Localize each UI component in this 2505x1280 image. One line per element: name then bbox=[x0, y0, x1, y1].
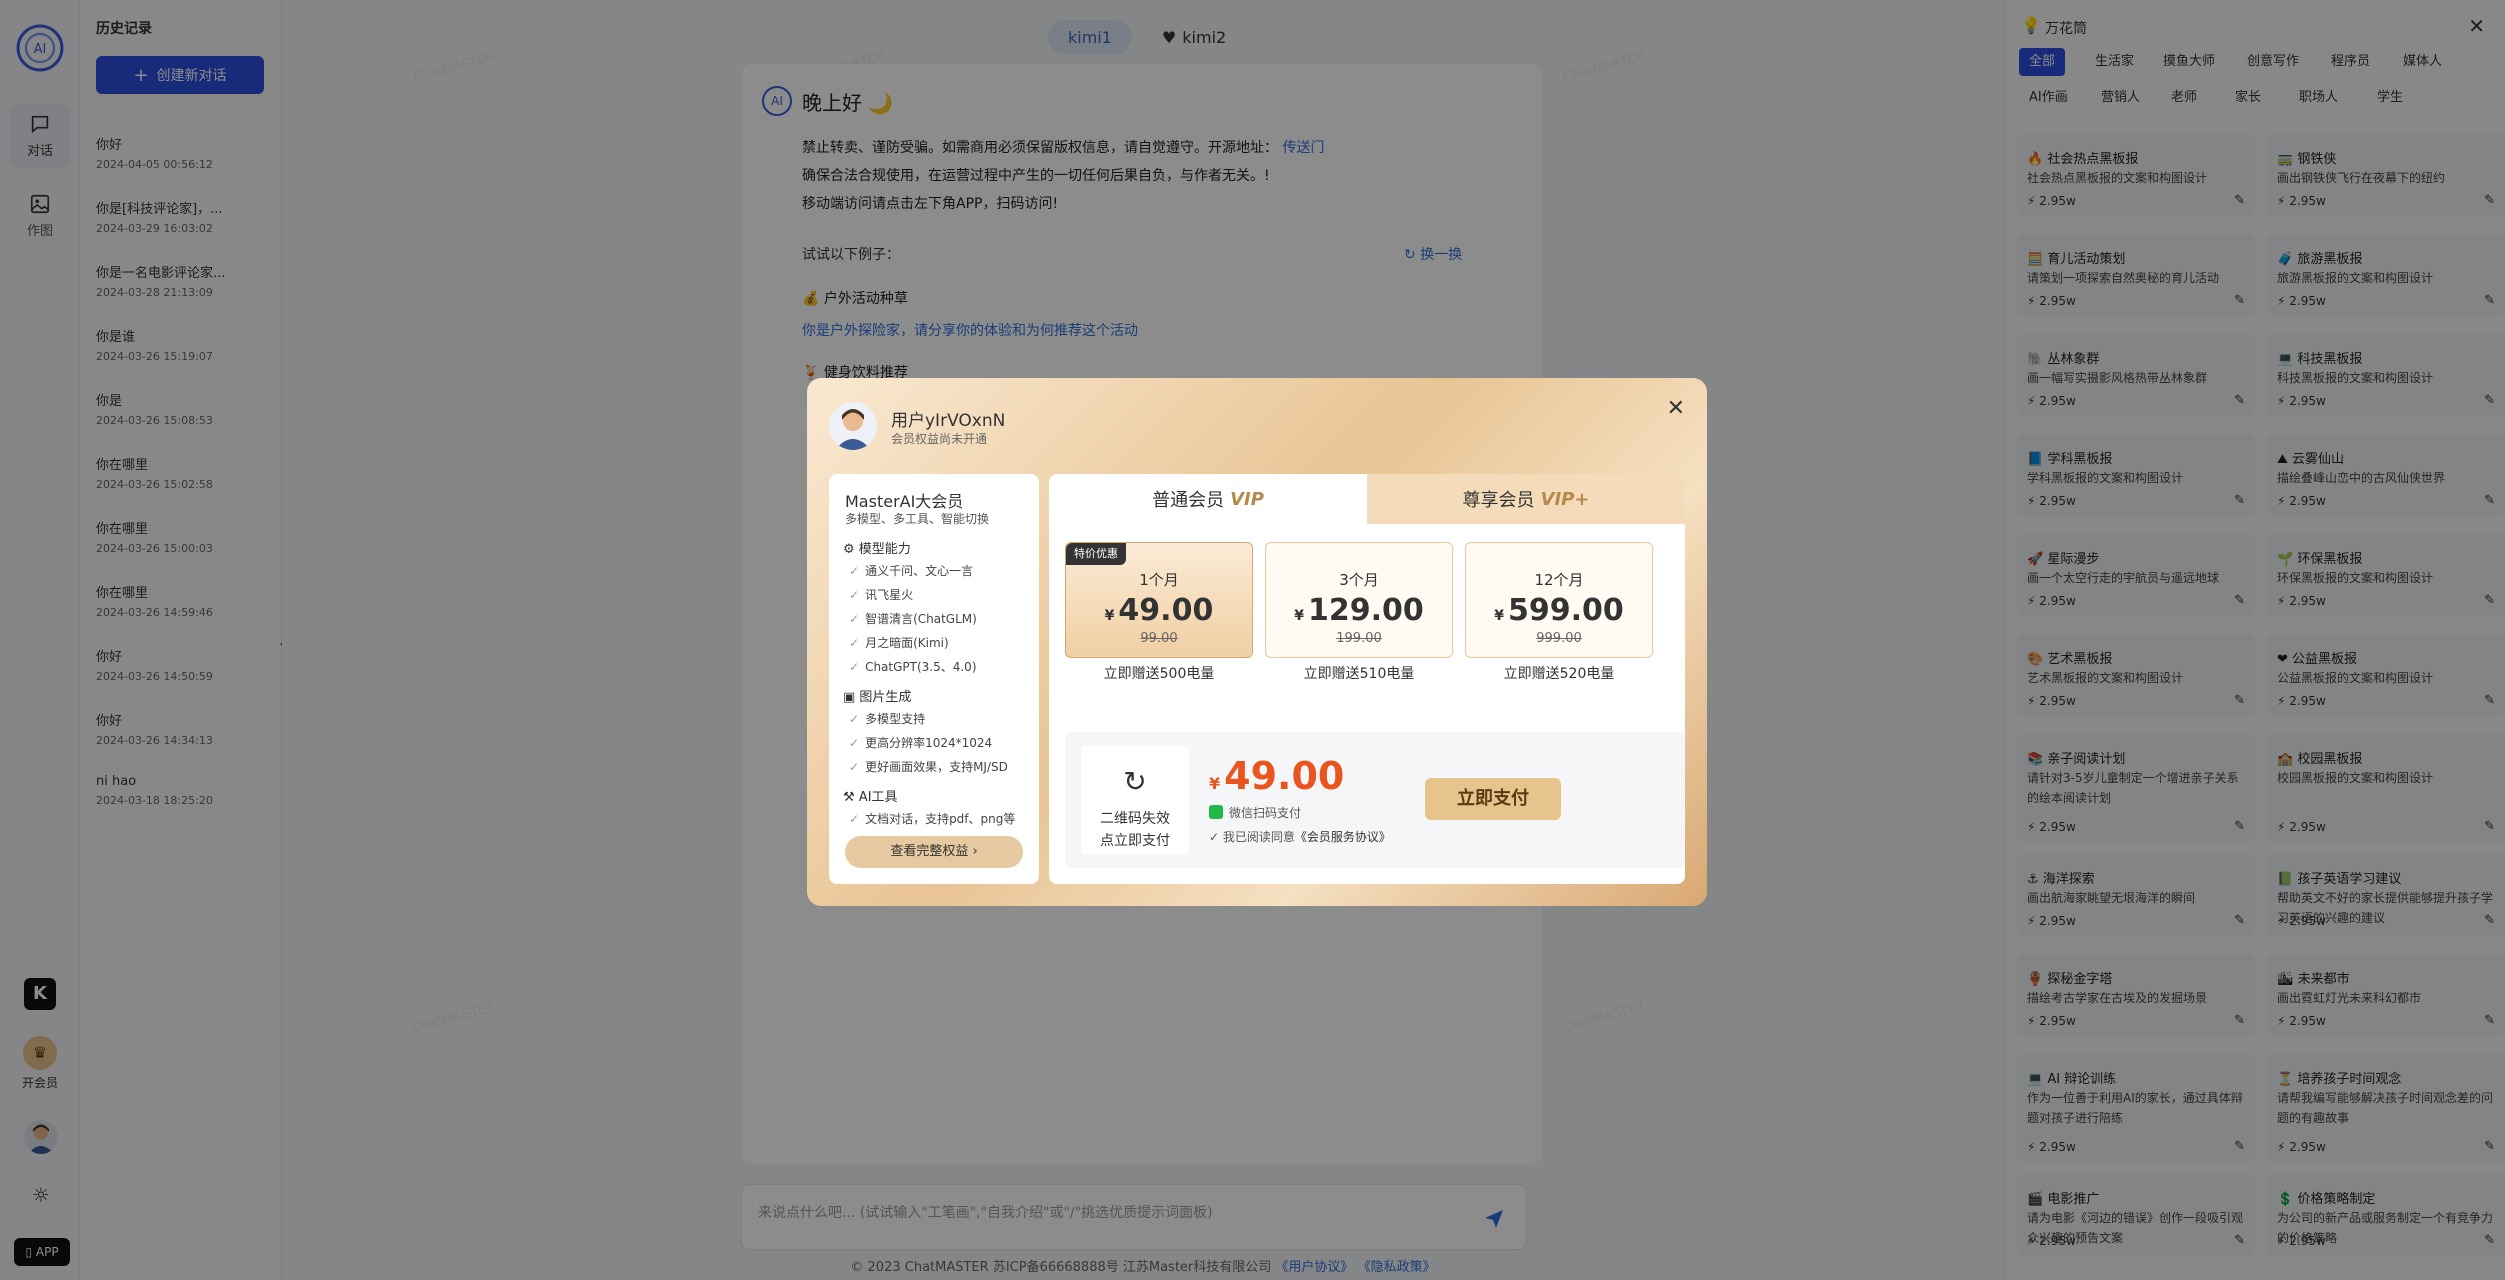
avatar-icon bbox=[829, 402, 877, 450]
perk-item: 月之暗面(Kimi) bbox=[849, 634, 949, 651]
membership-modal: 用户yIrVOxnN 会员权益尚未开通 ✕ MasterAI大会员 多模型、多工… bbox=[807, 378, 1707, 906]
model-icon: ⚙ bbox=[843, 542, 859, 557]
vip-mark: VIP bbox=[1230, 488, 1264, 510]
payment-box: ↻ 二维码失效 点立即支付 ¥49.00 微信扫码支付 ✓ 我已阅读同意《会员服… bbox=[1065, 732, 1685, 868]
plan-option-1-month[interactable]: 特价优惠 1个月 ¥49.00 99.00 立即赠送500电量 bbox=[1065, 542, 1253, 682]
plan-price: ¥129.00 bbox=[1294, 593, 1424, 628]
tool-icon: ⚒ bbox=[843, 790, 859, 805]
plan-original-price: 199.00 bbox=[1336, 631, 1382, 646]
plan-bonus: 立即赠送520电量 bbox=[1503, 666, 1615, 682]
tab-premium-label: 尊享会员 bbox=[1462, 490, 1535, 511]
perk-item: 通义千问、文心一言 bbox=[849, 562, 973, 579]
tab-standard-label: 普通会员 bbox=[1152, 490, 1225, 511]
modal-user-status: 会员权益尚未开通 bbox=[891, 432, 988, 446]
plan-duration: 1个月 bbox=[1139, 571, 1179, 589]
sale-badge: 特价优惠 bbox=[1066, 543, 1126, 565]
payment-amount: ¥49.00 bbox=[1209, 754, 1345, 798]
image-icon: ▣ bbox=[843, 690, 860, 705]
plan-original-price: 99.00 bbox=[1140, 631, 1178, 646]
perk-section-title: ▣ 图片生成 bbox=[843, 690, 912, 705]
payment-method: 微信扫码支付 bbox=[1209, 804, 1301, 821]
qr-expired-line1: 二维码失效 bbox=[1100, 811, 1170, 827]
plans-panel: 普通会员 VIP 尊享会员 VIP+ 特价优惠 1个月 ¥49.00 99.00 立… bbox=[1049, 474, 1685, 884]
plan-option-3-month[interactable]: 3个月 ¥129.00 199.00 立即赠送510电量 bbox=[1265, 542, 1453, 682]
agreement-check[interactable]: ✓ 我已阅读同意《会员服务协议》 bbox=[1209, 828, 1391, 845]
perk-item: ChatGPT(3.5、4.0) bbox=[849, 658, 976, 675]
perk-section-title: ⚙ 模型能力 bbox=[843, 542, 911, 557]
pay-now-button[interactable]: 立即支付 bbox=[1425, 778, 1561, 820]
member-agreement-link[interactable]: 《会员服务协议》 bbox=[1295, 830, 1391, 844]
plan-tabs: 普通会员 VIP 尊享会员 VIP+ bbox=[1049, 474, 1685, 524]
plan-duration: 12个月 bbox=[1534, 571, 1584, 589]
plan-bonus: 立即赠送500电量 bbox=[1103, 666, 1215, 682]
perk-item: 智谱清言(ChatGLM) bbox=[849, 610, 977, 627]
modal-user-name: 用户yIrVOxnN bbox=[891, 411, 1006, 431]
check-icon: ✓ bbox=[1209, 830, 1223, 844]
tab-standard-vip[interactable]: 普通会员 VIP bbox=[1049, 474, 1367, 524]
perk-item: 文档对话，支持pdf、png等 bbox=[849, 810, 1015, 827]
plan-duration: 3个月 bbox=[1339, 571, 1379, 589]
view-all-perks-button[interactable]: 查看完整权益 › bbox=[845, 836, 1023, 868]
perk-item: 更好画面效果，支持MJ/SD bbox=[849, 758, 1008, 775]
modal-close-icon[interactable]: ✕ bbox=[1667, 396, 1685, 421]
qr-expired-line2: 点立即支付 bbox=[1100, 833, 1170, 849]
perks-panel: MasterAI大会员 多模型、多工具、智能切换 ⚙ 模型能力 通义千问、文心一… bbox=[829, 474, 1039, 884]
app-root: AI 对话 作图 K ♛ 开会员 ☼ ▯ APP 历史记录 + 创建新对话 你好… bbox=[0, 0, 2505, 1280]
tab-premium-vip[interactable]: 尊享会员 VIP+ bbox=[1367, 474, 1685, 524]
plan-price: ¥599.00 bbox=[1494, 593, 1624, 628]
plan-original-price: 999.00 bbox=[1536, 631, 1582, 646]
plan-bonus: 立即赠送510电量 bbox=[1303, 666, 1415, 682]
vip-plus-mark: VIP+ bbox=[1540, 488, 1590, 510]
perk-item: 讯飞星火 bbox=[849, 586, 913, 603]
perk-item: 多模型支持 bbox=[849, 710, 925, 727]
wechat-icon bbox=[1209, 805, 1223, 819]
plan-price: ¥49.00 bbox=[1104, 593, 1214, 628]
qr-code-expired[interactable]: ↻ 二维码失效 点立即支付 bbox=[1081, 746, 1189, 854]
perk-item: 更高分辨率1024*1024 bbox=[849, 734, 992, 751]
plan-option-12-month[interactable]: 12个月 ¥599.00 999.00 立即赠送520电量 bbox=[1465, 542, 1653, 682]
perks-subtitle: 多模型、多工具、智能切换 bbox=[845, 512, 990, 526]
perks-title: MasterAI大会员 bbox=[845, 492, 964, 511]
modal-user-avatar bbox=[829, 402, 877, 450]
refresh-icon: ↻ bbox=[1123, 765, 1147, 798]
perk-section-title: ⚒ AI工具 bbox=[843, 790, 898, 805]
